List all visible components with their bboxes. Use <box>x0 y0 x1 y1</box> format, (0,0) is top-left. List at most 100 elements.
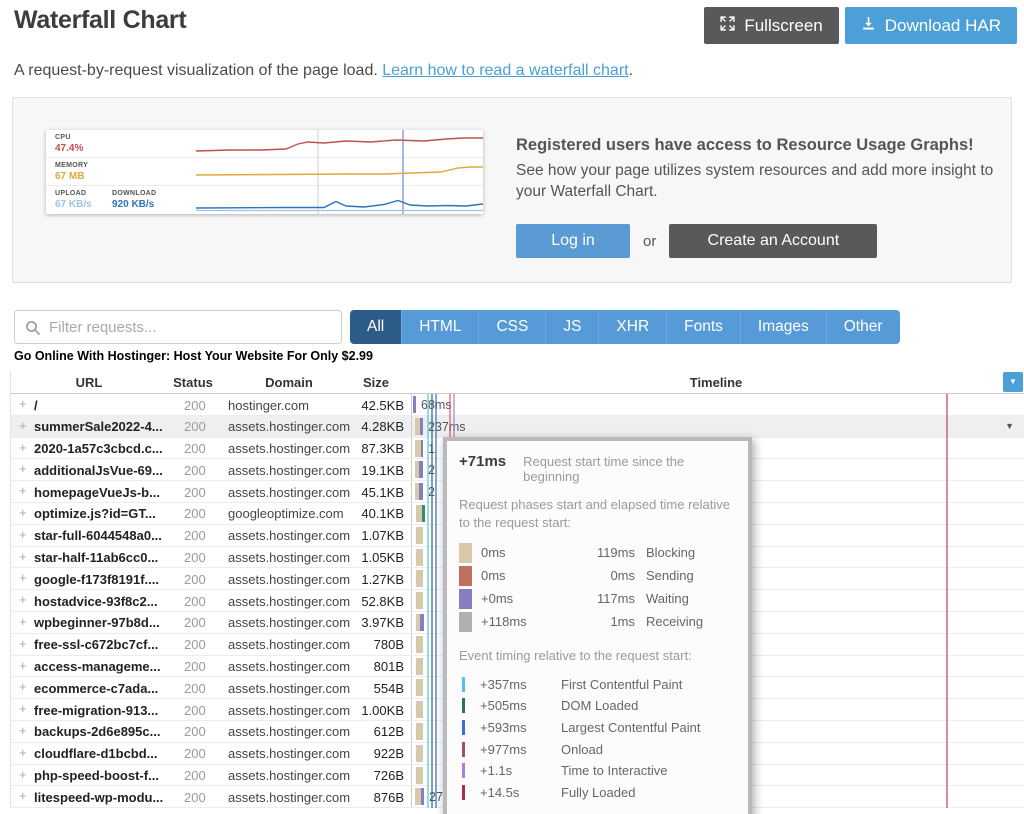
tab-fonts[interactable]: Fonts <box>666 310 740 344</box>
request-bar[interactable] <box>416 679 423 696</box>
request-bar[interactable] <box>416 614 424 631</box>
expand-plus-icon[interactable]: + <box>19 419 27 433</box>
bar-segment <box>416 636 423 653</box>
hostinger-ad-link[interactable]: Go Online With Hostinger: Host Your Webs… <box>14 349 373 363</box>
expand-plus-icon[interactable]: + <box>19 746 27 760</box>
tab-images[interactable]: Images <box>740 310 826 344</box>
url-cell[interactable]: wpbeginner-97b8d... <box>34 615 160 630</box>
request-bar[interactable] <box>415 440 423 457</box>
sending-swatch <box>459 566 472 586</box>
fullscreen-button[interactable]: Fullscreen <box>704 7 838 44</box>
request-bar[interactable] <box>416 549 423 566</box>
url-cell[interactable]: 2020-1a57c3cbcd.c... <box>34 441 163 456</box>
column-header-timeline[interactable]: Timeline <box>690 375 743 390</box>
timeline-cell: 237ms <box>411 416 1024 437</box>
size-cell: 19.1KB <box>309 463 404 478</box>
expand-plus-icon[interactable]: + <box>19 615 27 629</box>
request-bar[interactable] <box>415 418 423 435</box>
expand-plus-icon[interactable]: + <box>19 680 27 694</box>
expand-plus-icon[interactable]: + <box>19 702 27 716</box>
promo-actions: Log in or Create an Account <box>516 224 877 258</box>
tab-html[interactable]: HTML <box>401 310 478 344</box>
tab-js[interactable]: JS <box>545 310 598 344</box>
expand-plus-icon[interactable]: + <box>19 528 27 542</box>
url-cell[interactable]: hostadvice-93f8c2... <box>34 594 158 609</box>
expand-plus-icon[interactable]: + <box>19 659 27 673</box>
expand-plus-icon[interactable]: + <box>19 593 27 607</box>
event-row: +593msLargest Contentful Paint <box>459 717 734 739</box>
chevron-down-icon[interactable]: ▼ <box>1005 421 1014 431</box>
url-cell[interactable]: homepageVueJs-b... <box>34 485 160 500</box>
request-bar[interactable] <box>416 767 423 784</box>
url-cell[interactable]: summerSale2022-4... <box>34 419 163 434</box>
request-bar[interactable] <box>416 636 423 653</box>
url-cell[interactable]: access-manageme... <box>34 659 160 674</box>
expand-plus-icon[interactable]: + <box>19 462 27 476</box>
expand-plus-icon[interactable]: + <box>19 550 27 564</box>
waterfall-help-link[interactable]: Learn how to read a waterfall chart <box>382 62 628 79</box>
tab-other[interactable]: Other <box>826 310 900 344</box>
phase-start-time: +118ms <box>481 614 573 629</box>
tab-xhr[interactable]: XHR <box>598 310 666 344</box>
url-cell[interactable]: ecommerce-c7ada... <box>34 681 158 696</box>
url-cell[interactable]: cloudflare-d1bcbd... <box>34 746 158 761</box>
download-icon <box>861 16 876 36</box>
tab-all[interactable]: All <box>350 310 401 344</box>
size-cell: 3.97KB <box>309 615 404 630</box>
phase-name: Receiving <box>646 614 734 629</box>
bar-segment <box>416 570 423 587</box>
phase-name: Waiting <box>646 591 734 606</box>
url-cell[interactable]: php-speed-boost-f... <box>34 768 159 783</box>
request-bar[interactable] <box>416 570 423 587</box>
request-bar[interactable] <box>413 396 416 413</box>
tab-css[interactable]: CSS <box>478 310 545 344</box>
column-header-status[interactable]: Status <box>173 375 213 390</box>
request-bar[interactable] <box>415 483 423 500</box>
request-bar[interactable] <box>416 527 423 544</box>
request-bar[interactable] <box>416 723 423 740</box>
or-text: or <box>643 233 656 250</box>
url-cell[interactable]: star-full-6044548a0... <box>34 528 162 543</box>
url-cell[interactable]: free-ssl-c672bc7cf... <box>34 637 158 652</box>
url-cell[interactable]: optimize.js?id=GT... <box>34 506 156 521</box>
url-cell[interactable]: free-migration-913... <box>34 703 158 718</box>
expand-plus-icon[interactable]: + <box>19 571 27 585</box>
expand-plus-icon[interactable]: + <box>19 768 27 782</box>
timeline-options-dropdown[interactable]: ▼ <box>1003 372 1023 392</box>
url-cell[interactable]: additionalJsVue-69... <box>34 463 163 478</box>
url-cell[interactable]: star-half-11ab6cc0... <box>34 550 158 565</box>
expand-plus-icon[interactable]: + <box>19 789 27 803</box>
filter-search-box <box>14 310 342 344</box>
url-cell[interactable]: / <box>34 398 38 413</box>
download-har-button[interactable]: Download HAR <box>845 7 1017 44</box>
events-intro: Event timing relative to the request sta… <box>459 647 734 665</box>
expand-plus-icon[interactable]: + <box>19 484 27 498</box>
expand-plus-icon[interactable]: + <box>19 724 27 738</box>
url-cell[interactable]: litespeed-wp-modu... <box>34 790 163 805</box>
url-cell[interactable]: google-f173f8191f.... <box>34 572 159 587</box>
filter-requests-input[interactable] <box>15 311 341 343</box>
status-cell: 200 <box>184 506 206 521</box>
request-bar[interactable] <box>415 461 423 478</box>
request-bar[interactable] <box>416 658 423 675</box>
url-cell[interactable]: backups-2d6e895c... <box>34 724 160 739</box>
column-header-url[interactable]: URL <box>76 375 103 390</box>
column-header-domain[interactable]: Domain <box>265 375 313 390</box>
phase-elapsed-time: 117ms <box>573 591 635 606</box>
expand-plus-icon[interactable]: + <box>19 637 27 651</box>
phase-name: Blocking <box>646 545 734 560</box>
status-cell: 200 <box>184 681 206 696</box>
column-header-size[interactable]: Size <box>363 375 389 390</box>
request-bar[interactable] <box>416 701 423 718</box>
expand-plus-icon[interactable]: + <box>19 397 27 411</box>
request-bar[interactable] <box>416 745 423 762</box>
phase-row: 0ms0msSending <box>459 564 734 587</box>
expand-plus-icon[interactable]: + <box>19 441 27 455</box>
request-bar[interactable] <box>416 592 423 609</box>
expand-plus-icon[interactable]: + <box>19 506 27 520</box>
event-name: Time to Interactive <box>561 763 667 778</box>
request-bar[interactable] <box>416 505 425 522</box>
request-bar[interactable] <box>415 788 424 805</box>
login-button[interactable]: Log in <box>516 224 630 258</box>
create-account-button[interactable]: Create an Account <box>669 224 877 258</box>
